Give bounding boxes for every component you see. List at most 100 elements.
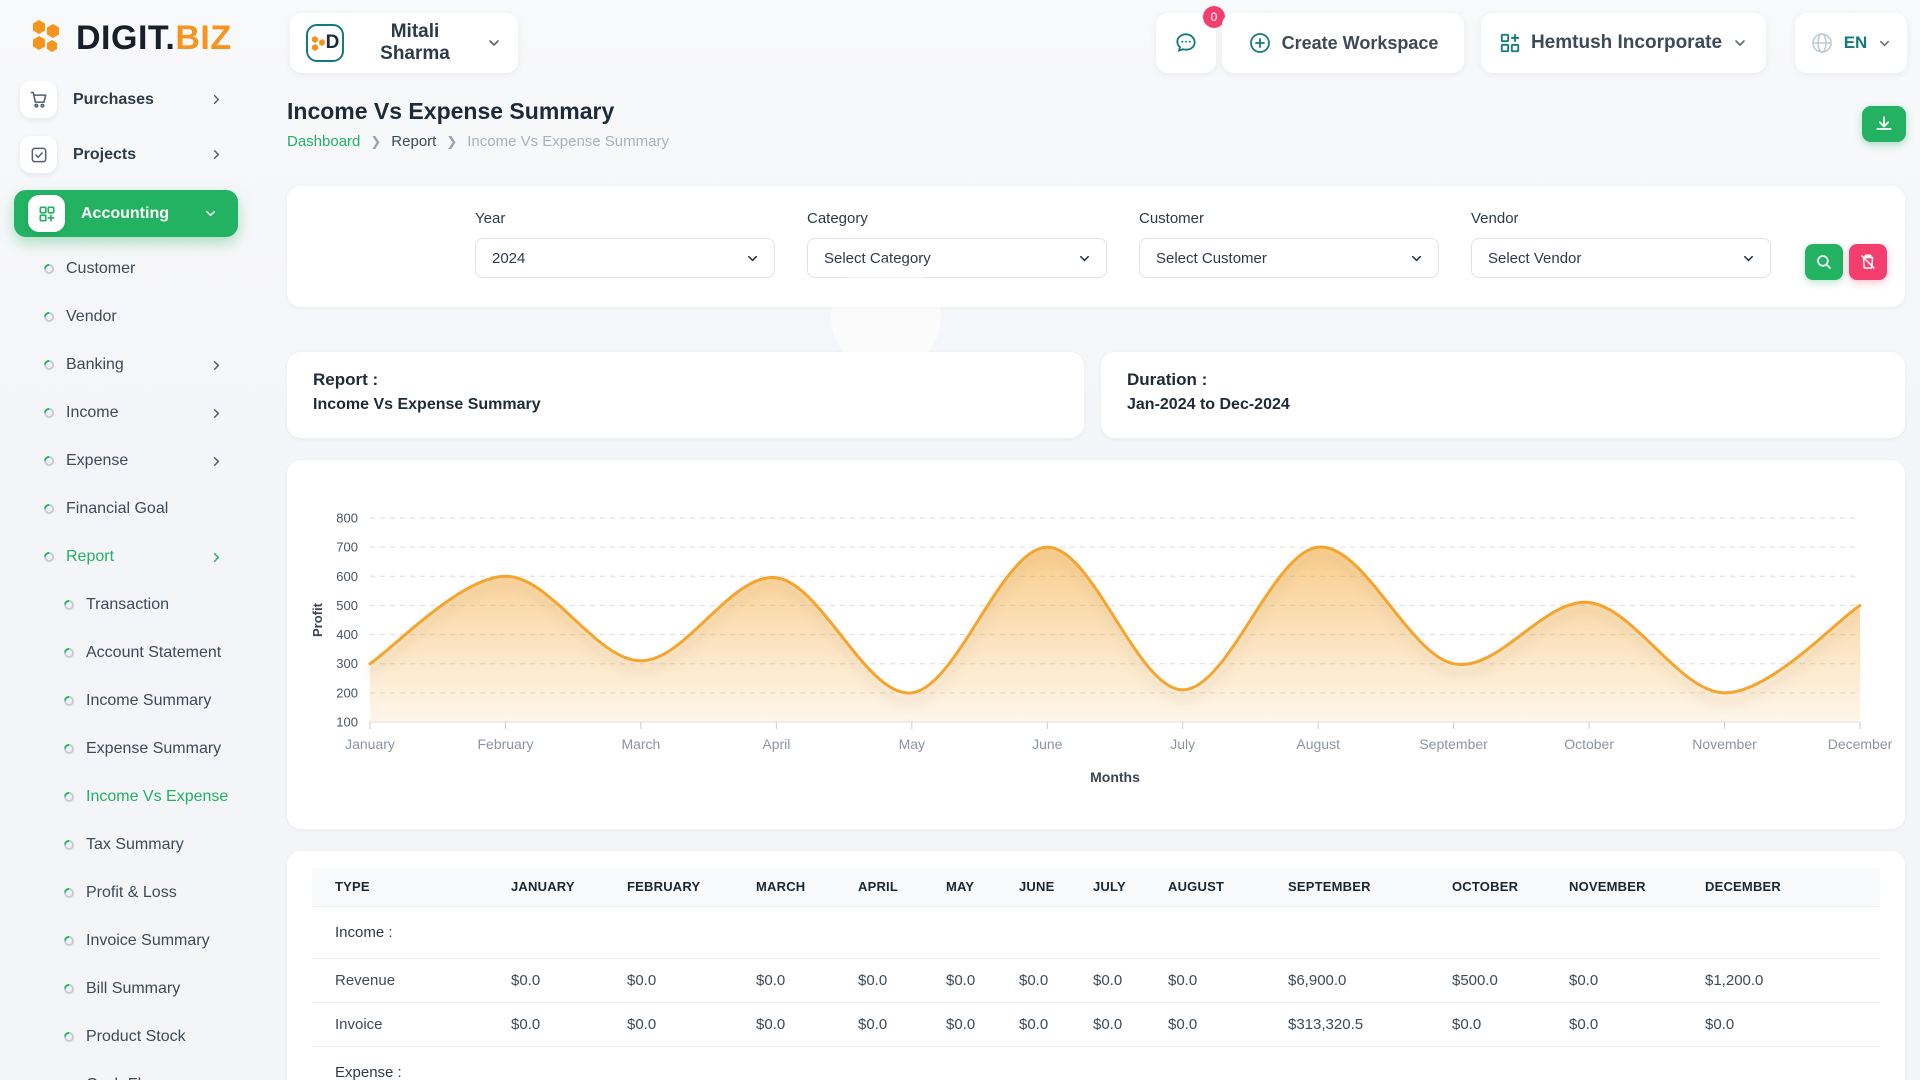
category-select[interactable]: Select Category xyxy=(807,238,1107,278)
cell-value: $0.0 xyxy=(858,958,946,1002)
y-axis-tick-label: 600 xyxy=(336,569,358,584)
sidebar-item-vendor[interactable]: Vendor xyxy=(0,293,258,341)
sidebar-item-banking[interactable]: Banking xyxy=(0,341,258,389)
bullet-icon xyxy=(62,694,76,708)
income-expense-table: TYPEJANUARYFEBRUARYMARCHAPRILMAYJUNEJULY… xyxy=(312,868,1880,1080)
customer-label: Customer xyxy=(1139,210,1439,227)
sidebar-item-bill-summary[interactable]: Bill Summary xyxy=(0,965,258,1013)
sidebar-item-purchases[interactable]: Purchases xyxy=(0,72,258,127)
sidebar-item-accounting[interactable]: Accounting xyxy=(0,186,258,241)
sidebar-item-tax-summary[interactable]: Tax Summary xyxy=(0,821,258,869)
chevron-right-icon xyxy=(209,454,224,469)
language-code: EN xyxy=(1844,33,1868,53)
vendor-select[interactable]: Select Vendor xyxy=(1471,238,1771,278)
duration-value: Jan-2024 to Dec-2024 xyxy=(1127,396,1879,414)
sidebar-item-invoice-summary[interactable]: Invoice Summary xyxy=(0,917,258,965)
plus-circle-icon xyxy=(1248,31,1272,55)
filter-reset-button[interactable] xyxy=(1849,244,1887,280)
app-logo[interactable]: DIGIT.BIZ xyxy=(26,18,232,58)
breadcrumb-separator-icon: ❯ xyxy=(370,134,381,150)
y-axis-tick-label: 700 xyxy=(336,540,358,555)
sidebar-item-projects[interactable]: Projects xyxy=(0,127,258,182)
bullet-icon xyxy=(62,1030,76,1044)
report-value: Income Vs Expense Summary xyxy=(313,396,1058,414)
profit-area-chart: 100200300400500600700800JanuaryFebruaryM… xyxy=(287,460,1905,829)
avatar-hex-icon xyxy=(311,35,325,51)
vendor-value: Select Vendor xyxy=(1488,250,1581,267)
customer-select[interactable]: Select Customer xyxy=(1139,238,1439,278)
avatar-letter: D xyxy=(326,32,340,54)
sidebar-item-label: Bill Summary xyxy=(86,980,180,998)
sidebar-item-income-vs-expense[interactable]: Income Vs Expense xyxy=(0,773,258,821)
sidebar-item-product-stock[interactable]: Product Stock xyxy=(0,1013,258,1061)
chat-button[interactable]: 0 xyxy=(1156,13,1216,73)
sidebar-item-label: Banking xyxy=(66,356,124,374)
workspace-switcher[interactable]: Hemtush Incorporate xyxy=(1481,13,1766,73)
sidebar-item-label: Expense xyxy=(66,452,128,470)
column-header-march: MARCH xyxy=(756,868,858,906)
sidebar-item-cash-flow[interactable]: Cash Flow xyxy=(0,1061,258,1080)
breadcrumb-current: Income Vs Expense Summary xyxy=(467,133,669,150)
user-menu[interactable]: D Mitali Sharma xyxy=(290,13,518,73)
brand-name: DIGIT.BIZ xyxy=(76,19,232,58)
sidebar-item-label: Purchases xyxy=(73,91,154,109)
bullet-icon xyxy=(62,982,76,996)
column-header-may: MAY xyxy=(946,868,1019,906)
sidebar-item-income[interactable]: Income xyxy=(0,389,258,437)
filter-card: Year 2024 Category Select Category Custo… xyxy=(287,186,1905,307)
sidebar-item-report[interactable]: Report xyxy=(0,533,258,581)
sidebar-item-customer[interactable]: Customer xyxy=(0,245,258,293)
cell-value: $0.0 xyxy=(946,1002,1019,1046)
language-selector[interactable]: EN xyxy=(1795,13,1907,73)
sidebar-item-account-statement[interactable]: Account Statement xyxy=(0,629,258,677)
sidebar-item-label: Invoice Summary xyxy=(86,932,210,950)
sidebar-item-label: Projects xyxy=(73,146,136,164)
sidebar-item-income-summary[interactable]: Income Summary xyxy=(0,677,258,725)
sidebar-item-expense-summary[interactable]: Expense Summary xyxy=(0,725,258,773)
download-report-button[interactable] xyxy=(1862,106,1906,142)
chart-card: 100200300400500600700800JanuaryFebruaryM… xyxy=(287,460,1905,829)
year-value: 2024 xyxy=(492,250,525,267)
workspace-name: Hemtush Incorporate xyxy=(1531,32,1722,54)
table-row-invoice: Invoice$0.0$0.0$0.0$0.0$0.0$0.0$0.0$0.0$… xyxy=(312,1002,1880,1046)
breadcrumb-report[interactable]: Report xyxy=(391,133,436,150)
chevron-right-icon xyxy=(209,92,224,107)
create-workspace-label: Create Workspace xyxy=(1282,33,1439,54)
sidebar-item-financial-goal[interactable]: Financial Goal xyxy=(0,485,258,533)
sidebar-item-label: Income Summary xyxy=(86,692,211,710)
x-axis-month-label: August xyxy=(1296,736,1340,752)
category-label: Category xyxy=(807,210,1107,227)
x-axis-month-label: April xyxy=(762,736,790,752)
x-axis-month-label: December xyxy=(1828,736,1893,752)
chevron-right-icon xyxy=(209,358,224,373)
sidebar-item-expense[interactable]: Expense xyxy=(0,437,258,485)
cell-value: $0.0 xyxy=(946,958,1019,1002)
create-workspace-button[interactable]: Create Workspace xyxy=(1222,13,1464,73)
cart-icon xyxy=(20,81,57,118)
cell-value: $0.0 xyxy=(511,958,627,1002)
x-axis-month-label: May xyxy=(899,736,925,752)
brand-hexagon-icon xyxy=(26,18,66,58)
cell-value: $0.0 xyxy=(1168,958,1288,1002)
cell-value: $0.0 xyxy=(1019,1002,1093,1046)
year-filter: Year 2024 xyxy=(475,210,775,278)
search-icon xyxy=(1815,253,1833,271)
year-select[interactable]: 2024 xyxy=(475,238,775,278)
x-axis-month-label: January xyxy=(345,736,395,752)
bullet-icon xyxy=(62,934,76,948)
bullet-icon xyxy=(42,358,56,372)
bullet-icon xyxy=(62,838,76,852)
filter-search-button[interactable] xyxy=(1805,244,1843,280)
column-header-september: SEPTEMBER xyxy=(1288,868,1452,906)
sidebar-item-profit-loss[interactable]: Profit & Loss xyxy=(0,869,258,917)
column-header-july: JULY xyxy=(1093,868,1168,906)
sidebar-item-label: Transaction xyxy=(86,596,169,614)
x-axis-month-label: September xyxy=(1419,736,1488,752)
download-icon xyxy=(1874,114,1894,134)
sidebar-item-label: Profit & Loss xyxy=(86,884,177,902)
avatar: D xyxy=(306,24,344,62)
sidebar-item-transaction[interactable]: Transaction xyxy=(0,581,258,629)
breadcrumb-dashboard[interactable]: Dashboard xyxy=(287,133,360,150)
column-header-august: AUGUST xyxy=(1168,868,1288,906)
column-header-december: DECEMBER xyxy=(1705,868,1880,906)
